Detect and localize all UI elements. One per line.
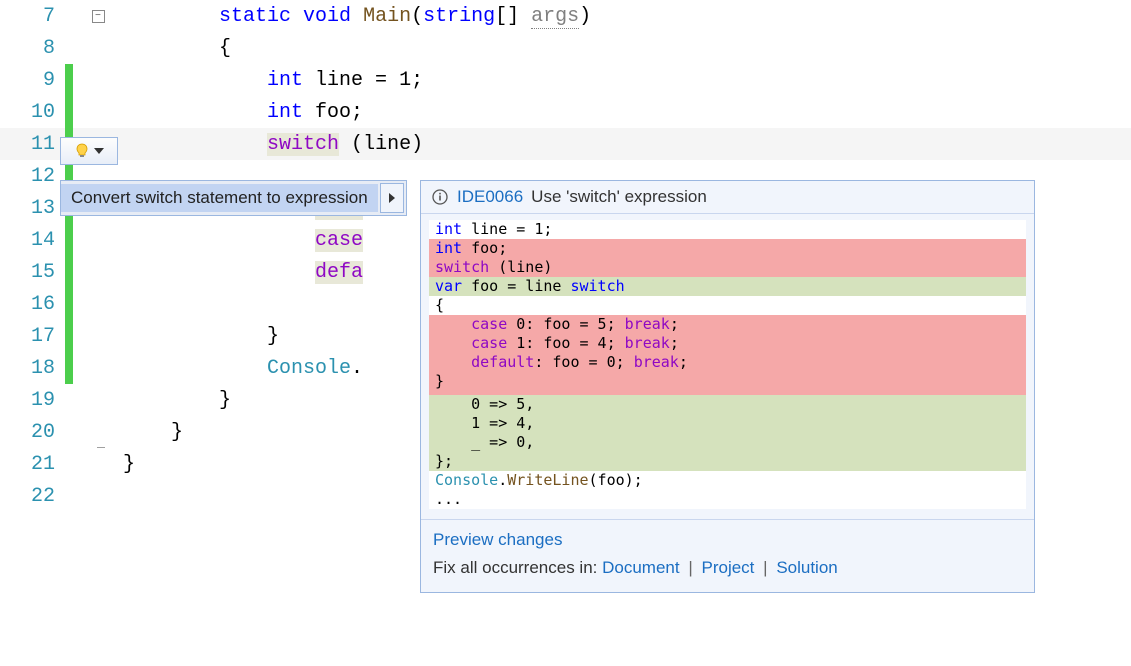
line-number: 13: [0, 197, 65, 220]
line-number: 8: [0, 37, 65, 60]
code-text: switch (line): [123, 133, 423, 156]
quick-action-convert-switch[interactable]: Convert switch statement to expression: [61, 184, 378, 212]
code-fix-preview-panel: IDE0066 Use 'switch' expression int line…: [420, 180, 1035, 593]
fold-toggle[interactable]: −: [92, 10, 105, 23]
code-line[interactable]: 8 {: [0, 32, 1131, 64]
line-number: 12: [0, 165, 65, 188]
code-text: int foo;: [123, 101, 363, 124]
line-number: 11: [0, 133, 65, 156]
line-number: 15: [0, 261, 65, 284]
code-text: static void Main(string[] args): [123, 5, 591, 28]
preview-footer: Preview changes Fix all occurrences in: …: [421, 519, 1034, 592]
code-line[interactable]: 11 − switch (line): [0, 128, 1131, 160]
code-line[interactable]: 7 − static void Main(string[] args): [0, 0, 1131, 32]
chevron-right-icon: [389, 193, 395, 203]
diff-preview: int line = 1; int foo; switch (line) var…: [429, 220, 1026, 509]
code-text: int line = 1;: [123, 69, 423, 92]
diagnostic-message: Use 'switch' expression: [531, 187, 707, 207]
fix-document-link[interactable]: Document: [602, 558, 679, 577]
line-number: 18: [0, 357, 65, 380]
quick-actions-menu: Convert switch statement to expression: [60, 180, 407, 216]
lightbulb-button[interactable]: [60, 137, 118, 165]
code-text: }: [123, 389, 231, 412]
line-number: 17: [0, 325, 65, 348]
line-number: 7: [0, 5, 65, 28]
code-text: }: [123, 453, 135, 476]
fix-project-link[interactable]: Project: [702, 558, 755, 577]
preview-changes-link[interactable]: Preview changes: [433, 530, 562, 549]
code-text: }: [123, 421, 183, 444]
diagnostic-id[interactable]: IDE0066: [457, 187, 523, 207]
preview-header: IDE0066 Use 'switch' expression: [421, 181, 1034, 214]
code-text: Console.: [123, 357, 363, 380]
lightbulb-icon: [74, 143, 90, 159]
line-number: 22: [0, 485, 65, 508]
line-number: 14: [0, 229, 65, 252]
chevron-down-icon: [94, 148, 104, 154]
code-text: {: [123, 37, 231, 60]
line-number: 10: [0, 101, 65, 124]
line-number: 20: [0, 421, 65, 444]
fix-all-label: Fix all occurrences in:: [433, 558, 602, 577]
fix-solution-link[interactable]: Solution: [776, 558, 837, 577]
code-text: case: [123, 229, 363, 252]
code-text: }: [123, 325, 279, 348]
line-number: 9: [0, 69, 65, 92]
line-number: 16: [0, 293, 65, 316]
quick-action-expand-button[interactable]: [380, 183, 404, 213]
line-number: 19: [0, 389, 65, 412]
code-line[interactable]: 10 int foo;: [0, 96, 1131, 128]
code-line[interactable]: 9 int line = 1;: [0, 64, 1131, 96]
info-icon: [431, 188, 449, 206]
line-number: 21: [0, 453, 65, 476]
code-text: defa: [123, 261, 363, 284]
